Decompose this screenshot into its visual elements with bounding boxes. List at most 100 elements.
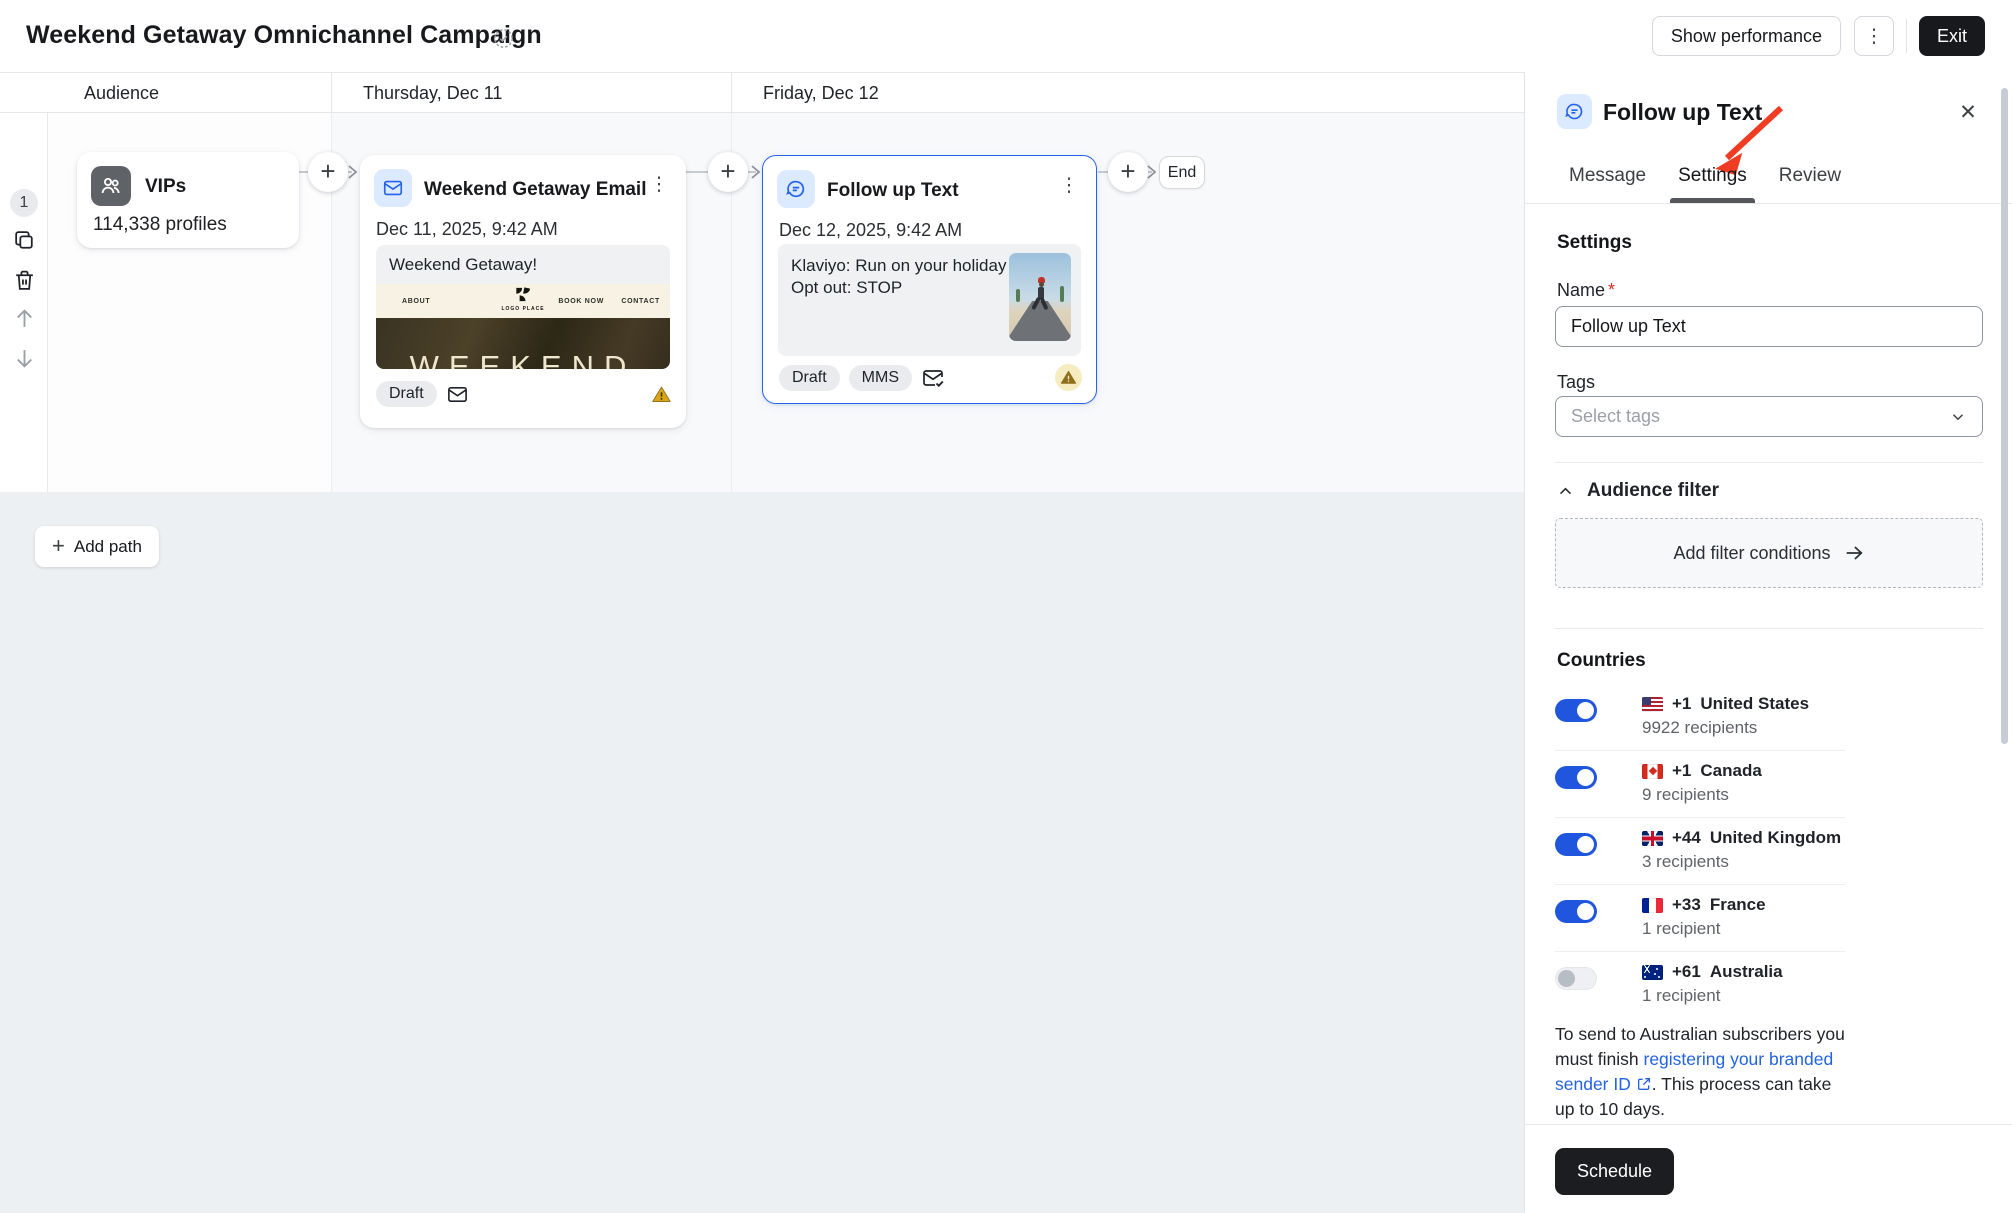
add-filter-conditions-button[interactable]: Add filter conditions [1555, 518, 1983, 588]
audience-filter-toggle[interactable]: Audience filter [1557, 480, 1719, 502]
add-path-button[interactable]: + Add path [35, 526, 159, 567]
email-icon [374, 169, 412, 207]
sms-card-selected[interactable]: Follow up Text ⋮ Dec 12, 2025, 9:42 AM K… [762, 155, 1097, 404]
email-warning [651, 384, 672, 405]
sms-card-title: Follow up Text [827, 180, 959, 202]
email-card-title: Weekend Getaway Email [424, 179, 646, 201]
show-performance-button[interactable]: Show performance [1652, 16, 1841, 56]
country-flag-icon [1642, 697, 1663, 712]
country-recipient-count: 1 recipient [1642, 986, 1783, 1006]
toggle-knob [1577, 702, 1594, 719]
column-divider [331, 73, 332, 112]
duplicate-path-icon[interactable] [12, 228, 37, 253]
email-card-footer: Draft [376, 381, 672, 407]
country-toggle[interactable] [1555, 833, 1597, 856]
add-step-button[interactable]: + [1108, 152, 1148, 192]
path-toolbar-rail [0, 113, 48, 492]
email-preview: Weekend Getaway! ABOUT LOGO PLACE BOOK N… [376, 245, 670, 369]
add-step-button[interactable]: + [708, 152, 748, 192]
email-card[interactable]: Weekend Getaway Email ⋮ Dec 11, 2025, 9:… [360, 155, 686, 428]
end-node: End [1159, 156, 1205, 189]
external-link-icon[interactable] [1636, 1076, 1652, 1092]
country-name: France [1710, 895, 1766, 915]
sms-channel-badge: MMS [849, 365, 912, 391]
campaign-builder-app: Weekend Getaway Omnichannel Campaign Sho… [0, 0, 2012, 1213]
country-info: +44 United Kingdom 3 recipients [1642, 828, 1841, 872]
delete-path-icon[interactable] [12, 268, 37, 293]
country-row: +1 United States 9922 recipients [1555, 684, 1845, 751]
country-dial-code: +61 [1672, 962, 1701, 982]
section-divider [1555, 462, 1983, 463]
toggle-knob [1577, 836, 1594, 853]
country-flag-icon [1642, 831, 1663, 846]
sms-message-text: Klaviyo: Run on your holiday Opt out: ST… [791, 255, 1009, 299]
move-path-down-icon[interactable] [12, 346, 37, 371]
email-status-badge: Draft [376, 381, 437, 407]
board-column-header: Audience Thursday, Dec 11 Friday, Dec 12 [0, 72, 1524, 113]
chevron-down-icon [1949, 408, 1967, 426]
country-row: +33 France 1 recipient [1555, 885, 1845, 952]
audience-filter-label: Audience filter [1587, 480, 1719, 502]
header-kebab-button[interactable]: ⋮ [1854, 16, 1894, 56]
country-recipient-count: 3 recipients [1642, 852, 1841, 872]
country-toggle[interactable] [1555, 699, 1597, 722]
sms-card-kebab[interactable]: ⋮ [1056, 174, 1082, 200]
country-name: Australia [1710, 962, 1783, 982]
countries-list: +1 United States 9922 recipients +1 Cana… [1555, 684, 1845, 1018]
country-row: +61 Australia 1 recipient [1555, 952, 1845, 1018]
close-panel-button[interactable]: ✕ [1954, 98, 1982, 126]
sms-card-footer: Draft MMS [779, 364, 1082, 391]
name-input[interactable] [1555, 306, 1983, 347]
sms-icon [1557, 94, 1592, 129]
panel-scrollbar-thumb[interactable] [2001, 88, 2008, 744]
country-name: Canada [1700, 761, 1761, 781]
country-recipient-count: 9922 recipients [1642, 718, 1809, 738]
chevron-up-icon [1557, 483, 1574, 500]
panel-title: Follow up Text [1603, 99, 1762, 126]
schedule-button[interactable]: Schedule [1555, 1148, 1674, 1195]
path-number-badge: 1 [10, 189, 38, 217]
country-name: United States [1700, 694, 1809, 714]
column-label-audience: Audience [84, 83, 159, 104]
tab-review[interactable]: Review [1779, 156, 1841, 203]
logo-text: LOGO PLACE [501, 306, 544, 312]
exit-button[interactable]: Exit [1919, 16, 1985, 56]
move-path-up-icon[interactable] [12, 306, 37, 331]
add-path-label: Add path [74, 537, 142, 557]
country-toggle[interactable] [1555, 766, 1597, 789]
footer-divider [1525, 1124, 2012, 1125]
country-toggle[interactable] [1555, 900, 1597, 923]
mms-image-thumbnail [1009, 253, 1071, 341]
country-dial-code: +1 [1672, 694, 1691, 714]
country-dial-code: +44 [1672, 828, 1701, 848]
sms-card-date: Dec 12, 2025, 9:42 AM [779, 220, 962, 241]
country-flag-icon [1642, 965, 1663, 980]
tab-settings[interactable]: Settings [1678, 156, 1747, 203]
country-dial-code: +33 [1672, 895, 1701, 915]
country-name: United Kingdom [1710, 828, 1841, 848]
sms-status-badge: Draft [779, 365, 840, 391]
country-toggle[interactable] [1555, 967, 1597, 990]
message-settings-panel: Follow up Text ✕ Message Settings Review… [1524, 72, 2012, 1213]
email-hero-text: WEEKEND [410, 349, 637, 369]
tab-message[interactable]: Message [1569, 156, 1646, 203]
audience-people-icon [91, 166, 131, 206]
column-label-friday: Friday, Dec 12 [763, 83, 879, 104]
audience-card-title: VIPs [145, 176, 186, 198]
settings-heading: Settings [1557, 232, 1632, 254]
australia-sender-note: To send to Australian subscribers you mu… [1555, 1022, 1851, 1122]
tags-select[interactable]: Select tags [1555, 396, 1983, 437]
toggle-knob [1577, 903, 1594, 920]
email-nav-about: ABOUT [402, 298, 430, 305]
add-step-button[interactable]: + [308, 152, 348, 192]
sms-preview: Klaviyo: Run on your holiday Opt out: ST… [778, 244, 1081, 356]
envelope-check-icon [921, 366, 945, 390]
saved-check-icon [492, 27, 515, 50]
brand-logo: LOGO PLACE [501, 287, 544, 312]
country-recipient-count: 1 recipient [1642, 919, 1766, 939]
audience-card-vips[interactable]: VIPs 114,338 profiles [77, 152, 299, 248]
arrow-right-icon [1843, 542, 1865, 564]
tags-placeholder: Select tags [1571, 406, 1660, 427]
email-card-kebab[interactable]: ⋮ [646, 173, 672, 199]
country-row: +1 Canada 9 recipients [1555, 751, 1845, 818]
